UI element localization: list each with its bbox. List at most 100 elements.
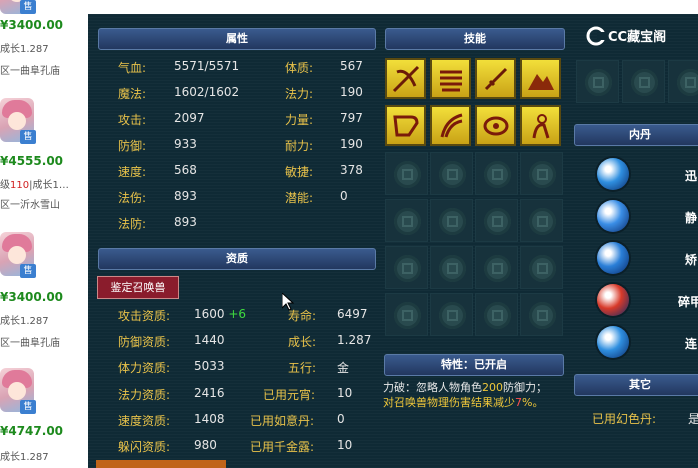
growth: 成长1.287	[0, 452, 49, 463]
fire-eye-icon[interactable]	[475, 105, 516, 146]
highlight-row	[96, 460, 226, 468]
aptitude-label: 速度资质:	[118, 414, 171, 428]
level-growth: 级110|成长1…	[0, 180, 69, 191]
cbg-logo-icon	[585, 26, 607, 50]
attributes-header: 属性	[98, 28, 376, 50]
price: ¥3400.00	[0, 290, 64, 304]
aptitude-label: 防御资质:	[118, 335, 171, 349]
price: ¥3400.00	[0, 18, 64, 32]
sword-bow-icon[interactable]	[385, 58, 426, 99]
neidan-name: 连	[685, 337, 698, 351]
neidan-orb-icon[interactable]	[597, 284, 629, 316]
empty-skill-slot	[475, 199, 518, 242]
other-header: 其它	[574, 374, 698, 396]
attr-value: 0	[340, 189, 348, 203]
empty-skill-slot	[475, 152, 518, 195]
neidan-name: 迅	[685, 169, 698, 183]
attr-value: 893	[174, 189, 197, 203]
empty-skill-slot	[520, 152, 563, 195]
aptitude-value: 980	[194, 438, 217, 452]
aptitude-label: 五行:	[288, 361, 317, 375]
neidan-orb-icon[interactable]	[597, 242, 629, 274]
server: 区一曲阜孔庙	[0, 66, 60, 77]
attr-label: 法防:	[118, 217, 147, 231]
empty-skill-slot	[385, 293, 428, 336]
equipment-slot[interactable]	[668, 60, 698, 103]
dagger-icon[interactable]	[475, 58, 516, 99]
server: 区一沂水雪山	[0, 200, 60, 211]
empty-skill-slot	[475, 246, 518, 289]
neidan-orb-icon[interactable]	[597, 200, 629, 232]
equipment-slot[interactable]	[622, 60, 665, 103]
aptitude-label: 已用元宵:	[263, 388, 316, 402]
aptitude-label: 成长:	[288, 335, 317, 349]
aptitude-label: 体力资质:	[118, 361, 171, 375]
trait-description-line1: 力破：忽略人物角色200防御力；	[383, 381, 547, 394]
empty-skill-slot	[385, 246, 428, 289]
attr-value: 378	[340, 163, 363, 177]
attr-value: 893	[174, 215, 197, 229]
aptitude-value: 1440	[194, 333, 225, 347]
attr-label: 潜能:	[285, 191, 314, 205]
attr-value: 190	[340, 85, 363, 99]
aptitude-value: 金	[337, 361, 350, 375]
empty-skill-slot	[385, 152, 428, 195]
empty-skill-slot	[430, 152, 473, 195]
attr-label: 敏捷:	[285, 165, 314, 179]
attr-label: 气血:	[118, 61, 147, 75]
identify-pet-button[interactable]: 鉴定召唤兽	[97, 276, 179, 299]
attr-value: 933	[174, 137, 197, 151]
sold-badge: 售	[20, 264, 36, 278]
attr-label: 速度:	[118, 165, 147, 179]
neidan-header: 内丹	[574, 124, 698, 146]
attr-label: 体质:	[285, 61, 314, 75]
used-fantasy-value: 是	[688, 412, 698, 426]
empty-skill-slot	[430, 293, 473, 336]
aptitude-value: 1408	[194, 412, 225, 426]
neidan-name: 碎甲	[678, 295, 698, 309]
neidan-orb-icon[interactable]	[597, 158, 629, 190]
growth: 成长1.287	[0, 44, 49, 55]
aptitude-label: 躲闪资质:	[118, 440, 171, 454]
attr-value: 2097	[174, 111, 205, 125]
attr-value: 568	[174, 163, 197, 177]
mountain-icon[interactable]	[520, 58, 561, 99]
aptitude-label: 已用千金露:	[250, 440, 315, 454]
equipment-slot[interactable]	[576, 60, 619, 103]
empty-skill-slot	[520, 199, 563, 242]
claw-icon[interactable]	[430, 105, 471, 146]
attr-value: 190	[340, 137, 363, 151]
aptitude-header: 资质	[98, 248, 376, 270]
aptitude-label: 攻击资质:	[118, 309, 171, 323]
aptitude-value: 2416	[194, 386, 225, 400]
bow-icon[interactable]	[385, 105, 426, 146]
empty-skill-slot	[430, 246, 473, 289]
empty-skill-slot	[430, 199, 473, 242]
aptitude-value: 1600 +6	[194, 307, 247, 321]
aptitude-value: 6497	[337, 307, 368, 321]
attr-label: 力量:	[285, 113, 314, 127]
aptitude-value: 10	[337, 386, 353, 400]
trait-description-line2: 对召唤兽物理伤害结果减少7%。	[383, 396, 544, 409]
neidan-orb-icon[interactable]	[597, 326, 629, 358]
figure-icon[interactable]	[520, 105, 561, 146]
attr-label: 法力:	[285, 87, 314, 101]
scroll-icon[interactable]	[430, 58, 471, 99]
empty-skill-slot	[475, 293, 518, 336]
cursor-icon	[281, 291, 295, 315]
attr-value: 567	[340, 59, 363, 73]
sold-badge: 售	[20, 130, 36, 144]
server: 区一曲阜孔庙	[0, 338, 60, 349]
empty-skill-slot	[520, 293, 563, 336]
trait-header: 特性：已开启	[384, 354, 564, 376]
attr-label: 法伤:	[118, 191, 147, 205]
used-fantasy-label: 已用幻色丹:	[592, 412, 657, 426]
aptitude-value: 0	[337, 412, 345, 426]
neidan-name: 静	[685, 211, 698, 225]
listing-column: 售 ¥3400.00 成长1.287 区一曲阜孔庙 售 ¥4555.00 级11…	[0, 0, 88, 468]
attr-value: 5571/5571	[174, 59, 240, 73]
aptitude-value: 1.287	[337, 333, 372, 347]
aptitude-label: 已用如意丹:	[250, 414, 315, 428]
aptitude-value: 5033	[194, 359, 225, 373]
attr-value: 797	[340, 111, 363, 125]
